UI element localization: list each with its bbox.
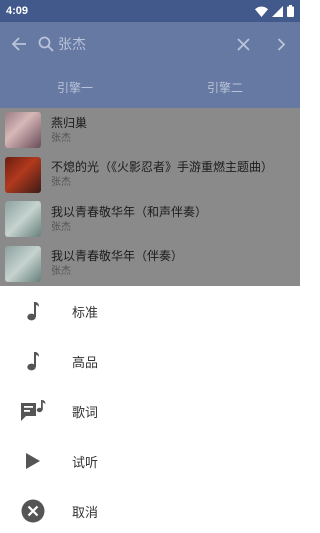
album-cover xyxy=(5,201,41,238)
menu-item-standard[interactable]: 标准 xyxy=(0,286,300,336)
list-item[interactable]: 我以青春敬华年（伴奏） 张杰 xyxy=(0,242,300,287)
music-note-icon xyxy=(27,302,39,321)
tab-engine-two[interactable]: 引擎二 xyxy=(150,66,300,108)
clear-button[interactable] xyxy=(224,22,262,66)
music-note-icon xyxy=(27,352,39,371)
battery-icon xyxy=(287,5,294,17)
album-cover xyxy=(5,156,41,193)
song-title: 我以青春敬华年（伴奏） xyxy=(51,249,184,264)
chevron-right-icon xyxy=(277,37,285,51)
song-meta: 不熄的光（《火影忍者》手游重燃主题曲） 张杰 xyxy=(51,159,273,190)
menu-item-preview[interactable]: 试听 xyxy=(0,436,300,486)
wifi-icon xyxy=(255,6,268,17)
song-artist: 张杰 xyxy=(51,266,71,278)
song-list: 燕归巢 张杰 不熄的光（《火影忍者》手游重燃主题曲） 张杰 我以青春敬华年（和声… xyxy=(0,108,300,286)
menu-label: 取消 xyxy=(72,505,99,521)
song-meta: 燕归巢 张杰 xyxy=(51,115,87,146)
list-item[interactable]: 燕归巢 张杰 xyxy=(0,108,300,153)
play-icon xyxy=(26,453,40,469)
menu-label: 标准 xyxy=(72,305,99,321)
arrow-left-icon xyxy=(11,37,26,51)
status-time: 4:09 xyxy=(6,5,29,17)
engine-tabs: 引擎一 引擎二 xyxy=(0,66,300,108)
status-icons xyxy=(255,5,294,17)
song-artist: 张杰 xyxy=(51,177,71,189)
song-title: 不熄的光（《火影忍者》手游重燃主题曲） xyxy=(51,160,274,175)
submit-search-button[interactable] xyxy=(262,22,300,66)
action-bottom-sheet: 标准 高品 歌词 试听 取消 xyxy=(0,286,300,533)
search-toolbar: 张杰 xyxy=(0,22,300,66)
list-item[interactable]: 我以青春敬华年（和声伴奏） 张杰 xyxy=(0,197,300,242)
song-artist: 张杰 xyxy=(51,221,71,233)
back-button[interactable] xyxy=(0,22,38,66)
song-meta: 我以青春敬华年（和声伴奏） 张杰 xyxy=(51,204,207,235)
signal-icon xyxy=(272,5,283,17)
lyrics-icon xyxy=(21,400,46,421)
search-input[interactable]: 张杰 xyxy=(58,34,224,54)
menu-label: 试听 xyxy=(72,455,99,471)
song-artist: 张杰 xyxy=(51,132,71,144)
tab-engine-one[interactable]: 引擎一 xyxy=(0,66,150,108)
menu-item-high-quality[interactable]: 高品 xyxy=(0,336,300,386)
song-title: 燕归巢 xyxy=(51,115,88,130)
album-cover xyxy=(5,112,41,149)
close-circle-icon xyxy=(21,499,45,523)
menu-item-cancel[interactable]: 取消 xyxy=(0,486,300,533)
menu-label: 歌词 xyxy=(72,405,99,421)
list-item[interactable]: 不熄的光（《火影忍者》手游重燃主题曲） 张杰 xyxy=(0,153,300,198)
close-icon xyxy=(236,37,250,51)
song-title: 我以青春敬华年（和声伴奏） xyxy=(51,204,208,219)
song-meta: 我以青春敬华年（伴奏） 张杰 xyxy=(51,248,183,279)
menu-label: 高品 xyxy=(72,355,99,371)
status-bar: 4:09 xyxy=(0,0,300,22)
search-icon xyxy=(38,36,54,52)
album-cover xyxy=(5,245,41,282)
menu-item-lyrics[interactable]: 歌词 xyxy=(0,386,300,436)
